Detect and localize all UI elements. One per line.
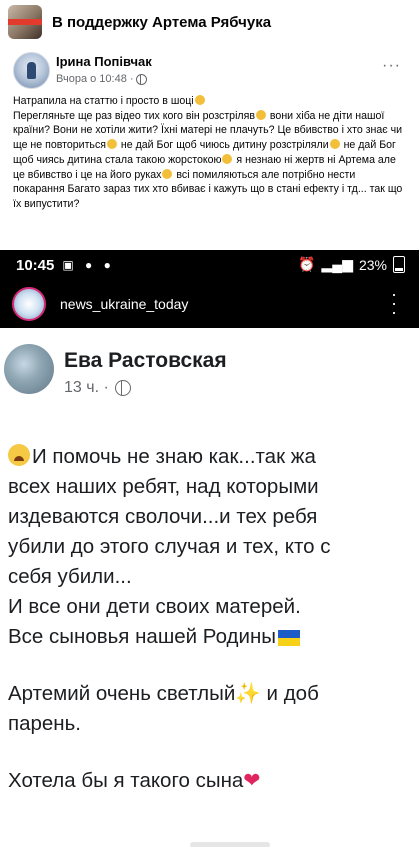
status-time: 10:45 (16, 256, 55, 274)
ig-header: news_ukraine_today · · · (0, 280, 419, 328)
ukraine-flag-icon (278, 629, 301, 646)
quoted-text: И помочь не знаю как...так жа всех наших… (8, 442, 419, 796)
group-header: В поддержку Артема Рябчука (0, 0, 419, 45)
globe-icon (136, 73, 148, 85)
quoted-line: Хотела бы я такого сына (8, 769, 244, 792)
quoted-line: издеваются сволочи...и тех ребя (8, 505, 318, 528)
sad-emoji-icon (255, 109, 266, 120)
quoted-line: И все они дети своих матерей. (8, 595, 301, 618)
quoted-line: себя убили... (8, 565, 132, 588)
sparkles-icon: ✨ (235, 682, 261, 705)
group-avatar[interactable] (8, 5, 42, 39)
post-text-line: Перегляньте ще раз відео тих кого він ро… (13, 109, 255, 122)
quoted-line: убили до этого случая и тех, кто с (8, 535, 331, 558)
sad-emoji-icon (106, 139, 117, 150)
quoted-line: Все сыновья нашей Родины (8, 625, 277, 648)
post-card: Ірина Попівчак Вчора о 10:48 · ··· Натра… (0, 44, 419, 847)
quoted-author: Ева Растовская (64, 349, 227, 372)
battery-icon (393, 256, 405, 273)
more-vertical-icon: · · · (391, 284, 397, 322)
globe-icon (114, 380, 131, 396)
crying-emoji-icon (8, 444, 30, 466)
quoted-time: 13 ч. · (64, 379, 109, 396)
post-meta: Вчора о 10:48 · (56, 73, 148, 85)
signal-icon: ▂▄▆ (321, 256, 353, 272)
notification-icons: ▣ ● ● (62, 258, 115, 272)
quoted-line: Артемий очень светлый (8, 682, 236, 705)
post-time[interactable]: Вчора о 10:48 (56, 73, 127, 85)
phone-status-bar: 10:45 ▣ ● ● ⏰ ▂▄▆ 23% (0, 250, 419, 280)
quoted-line: и доб (260, 682, 319, 705)
ig-account-name: news_ukraine_today (60, 296, 189, 312)
heart-icon: ❤ (243, 769, 261, 792)
avatar[interactable] (13, 52, 50, 89)
image-bottom-fragment (190, 842, 270, 847)
group-title[interactable]: В поддержку Артема Рябчука (52, 14, 271, 31)
quoted-avatar (4, 344, 54, 394)
post-text-line: Натрапила на статтю і просто в шоці (13, 95, 194, 107)
quoted-line: И помочь не знаю как...так жа (32, 445, 316, 468)
status-right: ⏰ ▂▄▆ 23% (298, 256, 405, 273)
author-name[interactable]: Ірина Попівчак (56, 54, 152, 69)
quoted-line: всех наших ребят, над которыми (8, 475, 319, 498)
battery-percent: 23% (358, 256, 387, 273)
alarm-icon: ⏰ (298, 256, 316, 272)
sad-emoji-icon (222, 153, 233, 164)
quoted-line: парень. (8, 712, 82, 735)
post-header: Ірина Попівчак Вчора о 10:48 · ··· (13, 52, 413, 96)
post-text: Натрапила на статтю і просто в шоці Пере… (13, 94, 408, 212)
more-options-icon[interactable]: ··· (382, 57, 401, 75)
post-image[interactable]: 10:45 ▣ ● ● ⏰ ▂▄▆ 23% news_ukraine_today… (0, 250, 419, 847)
sad-emoji-icon (329, 139, 340, 150)
quoted-meta: 13 ч. · (64, 379, 131, 397)
flushed-emoji-icon (194, 95, 205, 105)
post-text-line: не дай Бог щоб чиюсь дитину розстріляли (117, 139, 329, 152)
ig-avatar (12, 287, 46, 321)
sad-emoji-icon (162, 168, 173, 179)
